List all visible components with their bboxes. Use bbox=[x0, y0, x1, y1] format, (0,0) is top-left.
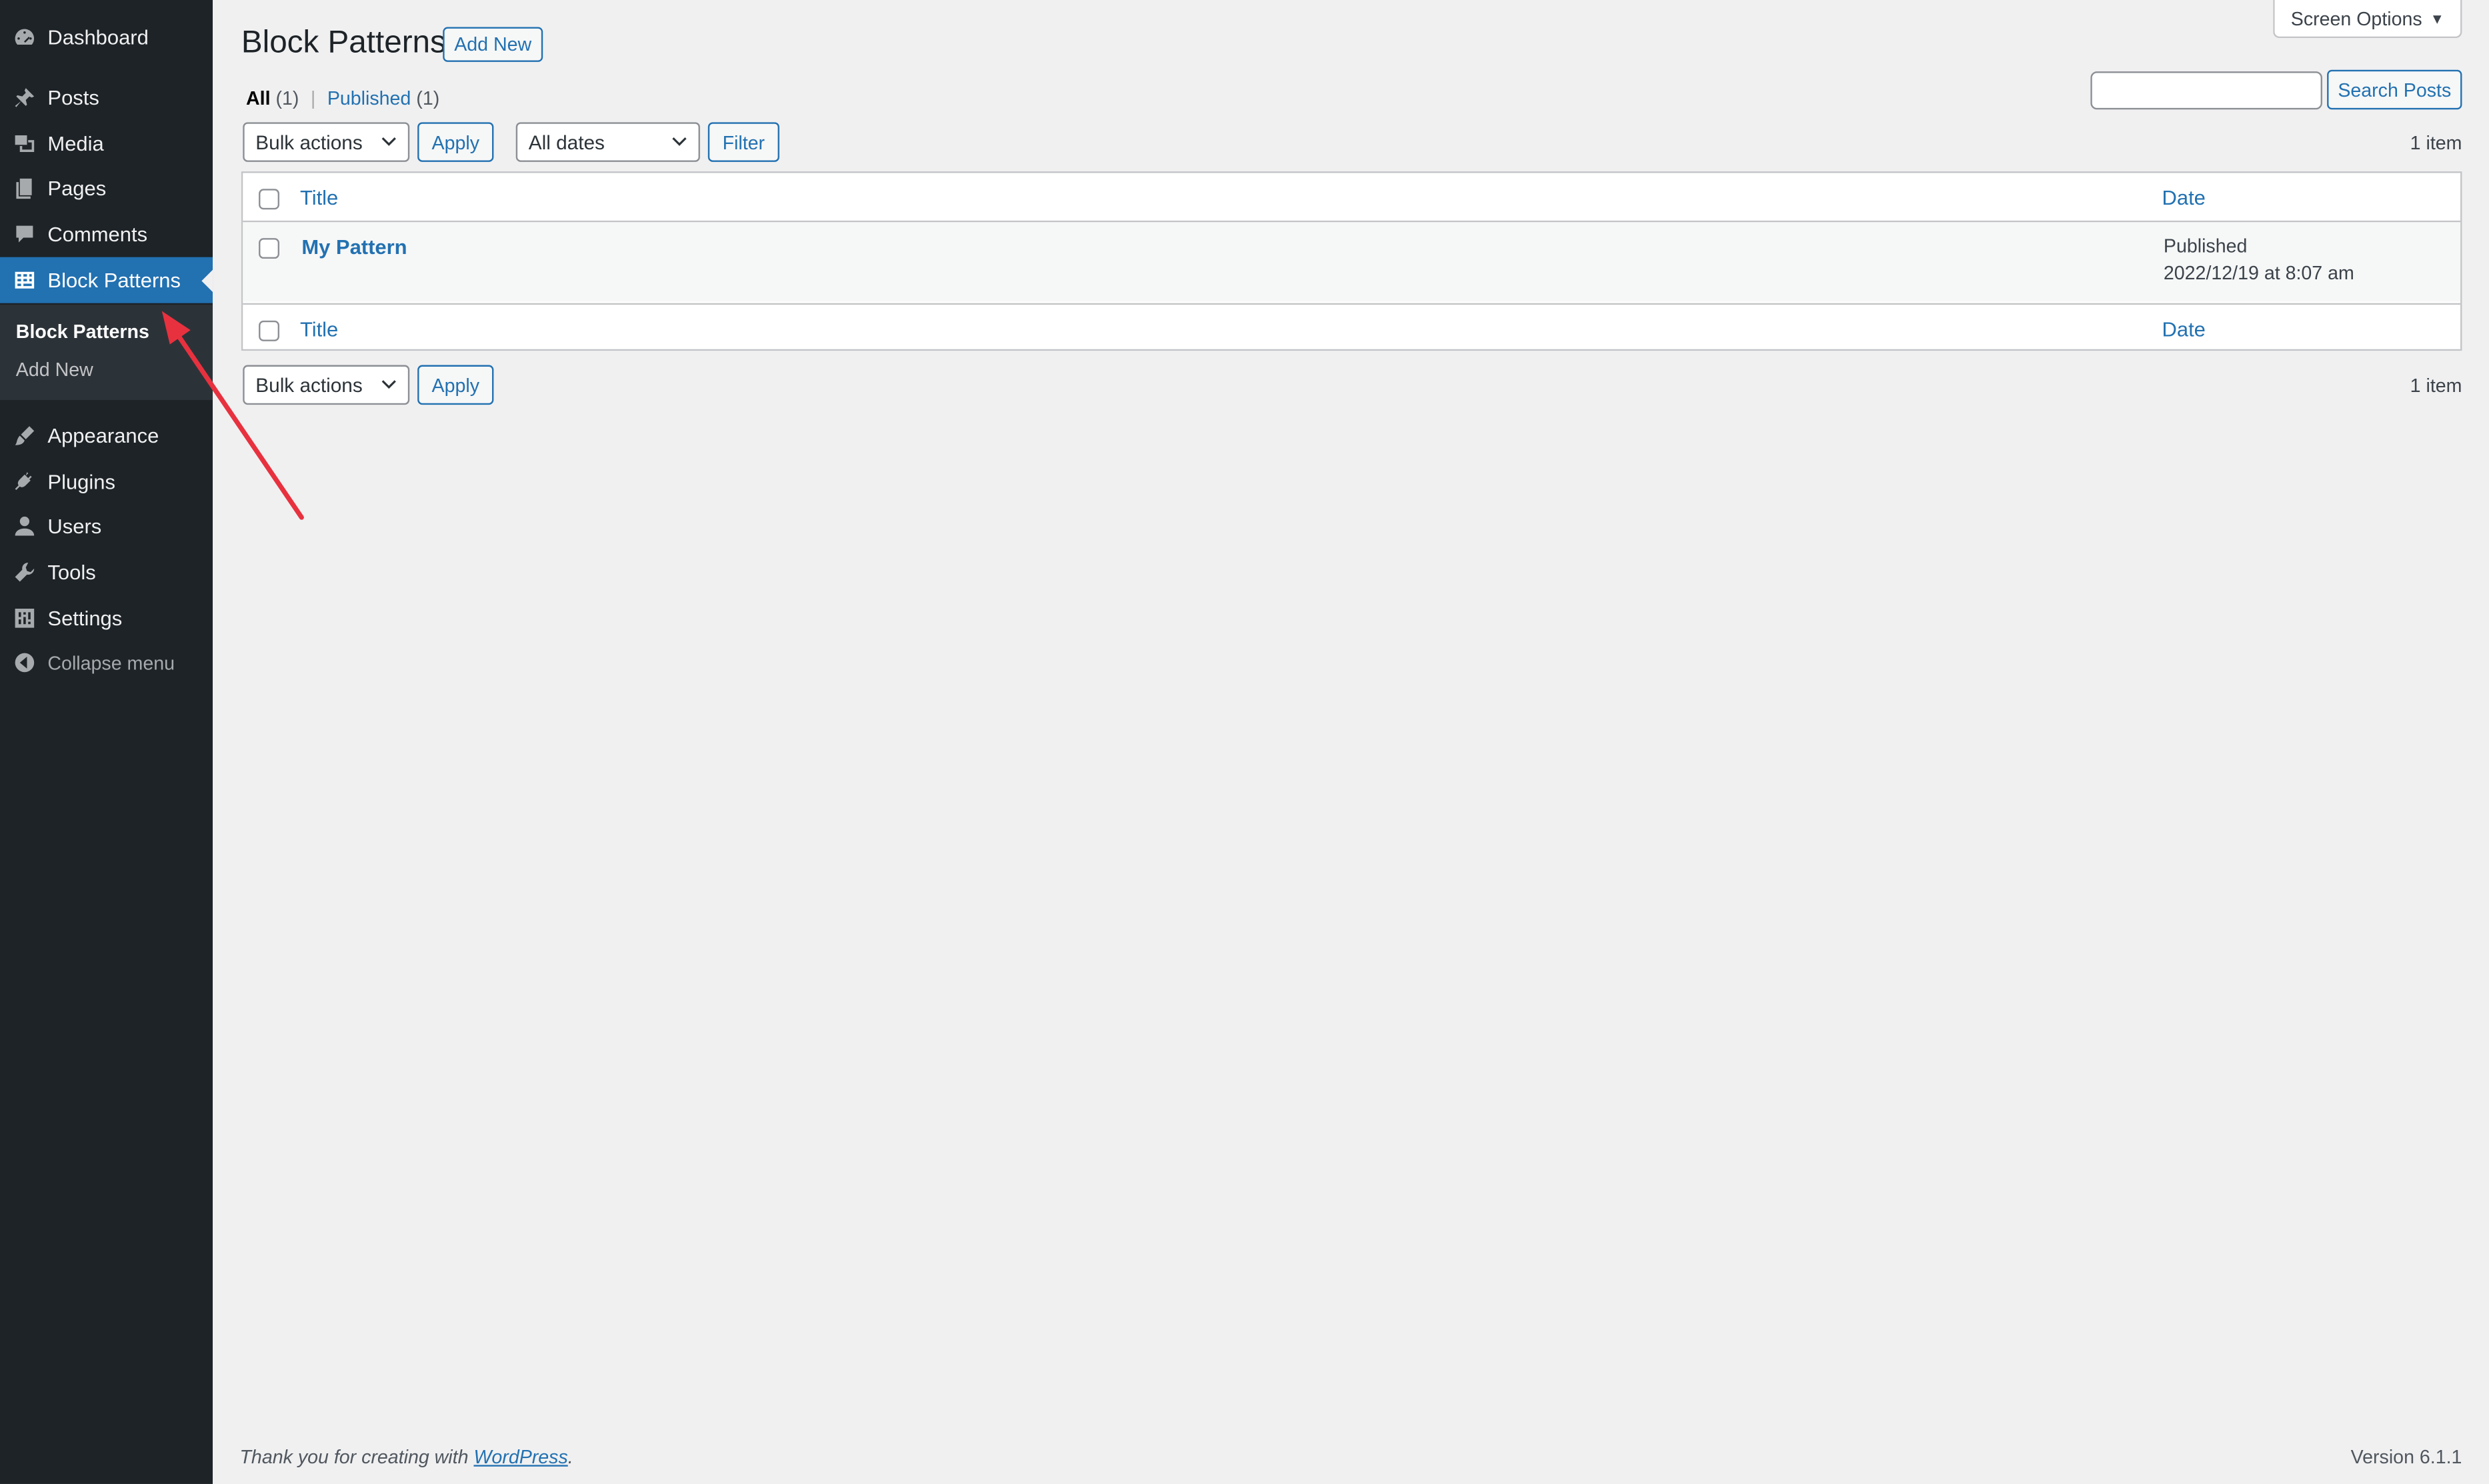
screen-options-label: Screen Options bbox=[2290, 7, 2422, 30]
sidebar-item-block-patterns[interactable]: Block Patterns bbox=[0, 257, 213, 303]
collapse-icon bbox=[11, 650, 37, 675]
bulk-actions-value: Bulk actions bbox=[255, 131, 363, 153]
sidebar-item-label: Plugins bbox=[47, 469, 115, 494]
chevron-down-icon bbox=[671, 132, 687, 148]
sidebar-item-comments[interactable]: Comments bbox=[0, 211, 213, 257]
column-date-footer[interactable]: Date bbox=[2162, 317, 2206, 341]
items-count-bottom: 1 item bbox=[2410, 374, 2462, 397]
view-separator: | bbox=[310, 87, 316, 110]
collapse-menu-label: Collapse menu bbox=[47, 651, 175, 674]
sidebar-item-label: Settings bbox=[47, 606, 123, 631]
sidebar-item-label: Block Patterns bbox=[47, 268, 181, 293]
admin-sidebar: Dashboard Posts Media Pages Comments Blo… bbox=[0, 0, 213, 1484]
wrench-icon bbox=[11, 559, 37, 585]
filter-button[interactable]: Filter bbox=[707, 122, 779, 162]
pin-icon bbox=[11, 85, 37, 110]
caret-down-icon: ▼ bbox=[2430, 10, 2444, 27]
add-new-button[interactable]: Add New bbox=[443, 27, 543, 62]
post-date: 2022/12/19 at 8:07 am bbox=[2163, 261, 2354, 285]
page-title: Block Patterns bbox=[241, 25, 446, 61]
screen-options-button[interactable]: Screen Options ▼ bbox=[2273, 0, 2462, 39]
layout-grid-icon bbox=[11, 267, 37, 293]
sidebar-item-label: Pages bbox=[47, 176, 107, 200]
bulk-actions-select-top[interactable]: Bulk actions bbox=[243, 122, 410, 162]
sidebar-item-pages[interactable]: Pages bbox=[0, 165, 213, 211]
date-filter-value: All dates bbox=[528, 131, 605, 153]
search-input[interactable] bbox=[2090, 71, 2322, 110]
footer-thanks-suffix: . bbox=[567, 1445, 573, 1469]
sidebar-item-label: Users bbox=[47, 514, 102, 539]
footer-version: Version 6.1.1 bbox=[2350, 1445, 2462, 1469]
search-posts-button[interactable]: Search Posts bbox=[2327, 69, 2462, 110]
view-published-count: (1) bbox=[416, 87, 440, 110]
sidebar-item-tools[interactable]: Tools bbox=[0, 549, 213, 595]
sidebar-item-label: Appearance bbox=[47, 423, 159, 448]
sidebar-item-posts[interactable]: Posts bbox=[0, 75, 213, 121]
sidebar-item-dashboard[interactable]: Dashboard bbox=[0, 14, 213, 60]
pattern-title-link[interactable]: My Pattern bbox=[301, 235, 407, 259]
view-all-link[interactable]: All bbox=[246, 87, 271, 109]
items-count-top: 1 item bbox=[2410, 131, 2462, 154]
post-status: Published bbox=[2163, 235, 2248, 257]
apply-button-bottom[interactable]: Apply bbox=[417, 365, 494, 405]
media-icon bbox=[11, 131, 37, 156]
footer-thanks-prefix: Thank you for creating with bbox=[239, 1445, 469, 1469]
date-filter-select[interactable]: All dates bbox=[515, 122, 700, 162]
sidebar-item-label: Comments bbox=[47, 222, 148, 247]
brush-icon bbox=[11, 423, 37, 448]
plug-icon bbox=[11, 469, 37, 494]
sidebar-item-label: Posts bbox=[47, 85, 99, 110]
pages-icon bbox=[11, 175, 37, 201]
submenu-item-add-new[interactable]: Add New bbox=[16, 359, 93, 381]
submenu-item-block-patterns[interactable]: Block Patterns bbox=[16, 321, 149, 343]
patterns-table: Title Date My Pattern Published 2022/12/… bbox=[241, 171, 2462, 351]
collapse-menu-button[interactable]: Collapse menu bbox=[0, 639, 213, 685]
column-title-header[interactable]: Title bbox=[300, 186, 338, 210]
comment-icon bbox=[11, 221, 37, 247]
table-row: My Pattern Published 2022/12/19 at 8:07 … bbox=[243, 222, 2461, 302]
chevron-down-icon bbox=[381, 132, 397, 148]
chevron-down-icon bbox=[381, 375, 397, 391]
column-date-header[interactable]: Date bbox=[2162, 186, 2206, 210]
sidebar-item-label: Dashboard bbox=[47, 25, 149, 49]
wordpress-link[interactable]: WordPress bbox=[473, 1446, 567, 1468]
sidebar-item-media[interactable]: Media bbox=[0, 121, 213, 167]
view-all-count: (1) bbox=[275, 87, 299, 110]
table-header-row: Title Date bbox=[243, 173, 2461, 223]
sidebar-item-label: Media bbox=[47, 131, 104, 156]
user-icon bbox=[11, 513, 37, 539]
settings-icon bbox=[11, 605, 37, 631]
sidebar-item-settings[interactable]: Settings bbox=[0, 595, 213, 641]
annotation-arrow bbox=[161, 311, 304, 520]
row-checkbox[interactable] bbox=[259, 238, 280, 259]
dashboard-icon bbox=[11, 25, 37, 50]
table-footer-row: Title Date bbox=[243, 303, 2461, 351]
apply-button-top[interactable]: Apply bbox=[417, 122, 494, 162]
select-all-checkbox[interactable] bbox=[259, 189, 280, 210]
sidebar-item-label: Tools bbox=[47, 560, 96, 585]
footer-thanks: Thank you for creating with WordPress. bbox=[239, 1446, 573, 1468]
post-status-views: All (1) | Published (1) bbox=[246, 87, 439, 109]
view-published-link[interactable]: Published bbox=[327, 87, 411, 109]
